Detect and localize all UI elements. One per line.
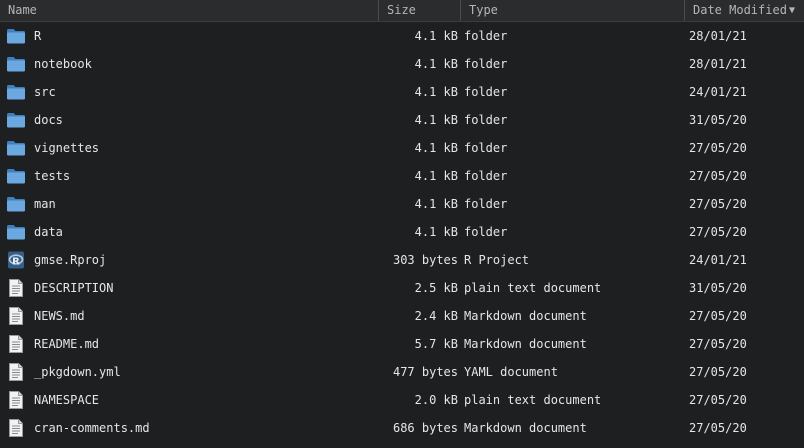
file-size: 686 bytes — [392, 421, 458, 435]
file-type: Markdown document — [464, 309, 587, 323]
folder-icon — [6, 222, 26, 242]
file-name: cran-comments.md — [34, 421, 150, 435]
svg-text:R: R — [12, 257, 20, 268]
folder-icon — [6, 54, 26, 74]
file-date-modified: 27/05/20 — [689, 365, 747, 379]
column-header-date-label: Date Modified — [693, 3, 787, 17]
folder-icon — [6, 138, 26, 158]
file-row[interactable]: man 4.1 kB folder 27/05/20 — [0, 190, 804, 218]
column-header-type[interactable]: Type — [461, 0, 685, 21]
file-type: folder — [464, 57, 508, 71]
text-file-icon — [6, 390, 26, 410]
text-file-icon — [6, 418, 26, 438]
file-row[interactable]: README.md 5.7 kB Markdown document 27/05/20 — [0, 330, 804, 358]
file-size: 4.1 kB — [414, 141, 458, 155]
file-size: 303 bytes — [392, 253, 458, 267]
file-name: README.md — [34, 337, 100, 351]
file-size: 2.5 kB — [414, 281, 458, 295]
file-date-modified: 27/05/20 — [689, 169, 747, 183]
file-type: folder — [464, 141, 508, 155]
file-row[interactable]: tests 4.1 kB folder 27/05/20 — [0, 162, 804, 190]
column-header-bar: Name Size Type Date Modified ▼ — [0, 0, 804, 22]
file-date-modified: 27/05/20 — [689, 421, 747, 435]
file-size: 477 bytes — [392, 365, 458, 379]
folder-icon — [6, 110, 26, 130]
file-date-modified: 24/01/21 — [689, 253, 747, 267]
file-row[interactable]: vignettes 4.1 kB folder 27/05/20 — [0, 134, 804, 162]
file-name: gmse.Rproj — [34, 253, 107, 267]
text-file-icon — [6, 362, 26, 382]
file-date-modified: 27/05/20 — [689, 141, 747, 155]
file-date-modified: 27/05/20 — [689, 309, 747, 323]
column-header-size[interactable]: Size — [379, 0, 461, 21]
file-size: 4.1 kB — [414, 197, 458, 211]
column-header-date-modified[interactable]: Date Modified ▼ — [685, 0, 804, 21]
file-row[interactable]: _pkgdown.yml 477 bytes YAML document 27/05/… — [0, 358, 804, 386]
file-date-modified: 27/05/20 — [689, 197, 747, 211]
file-name: vignettes — [34, 141, 100, 155]
file-date-modified: 27/05/20 — [689, 225, 747, 239]
file-row[interactable]: docs 4.1 kB folder 31/05/20 — [0, 106, 804, 134]
file-name: notebook — [34, 57, 92, 71]
file-name: docs — [34, 113, 63, 127]
file-size: 4.1 kB — [414, 29, 458, 43]
file-size: 4.1 kB — [414, 225, 458, 239]
file-name: R — [34, 29, 42, 43]
file-type: plain text document — [464, 281, 602, 295]
column-header-name[interactable]: Name — [0, 0, 379, 21]
file-type: Markdown document — [464, 421, 587, 435]
text-file-icon — [6, 334, 26, 354]
folder-icon — [6, 166, 26, 186]
file-type: folder — [464, 197, 508, 211]
file-type: YAML document — [464, 365, 558, 379]
file-row[interactable]: DESCRIPTION 2.5 kB plain text document 31/0… — [0, 274, 804, 302]
file-size: 5.7 kB — [414, 337, 458, 351]
file-row[interactable]: data 4.1 kB folder 27/05/20 — [0, 218, 804, 246]
file-type: folder — [464, 113, 508, 127]
file-type: folder — [464, 225, 508, 239]
folder-icon — [6, 26, 26, 46]
file-date-modified: 27/05/20 — [689, 393, 747, 407]
file-size: 4.1 kB — [414, 85, 458, 99]
sort-descending-icon: ▼ — [788, 5, 795, 16]
file-date-modified: 31/05/20 — [689, 281, 747, 295]
file-size: 4.1 kB — [414, 57, 458, 71]
file-name: src — [34, 85, 56, 99]
file-row[interactable]: R 4.1 kB folder 28/01/21 — [0, 22, 804, 50]
file-row[interactable]: src 4.1 kB folder 24/01/21 — [0, 78, 804, 106]
file-date-modified: 27/05/20 — [689, 337, 747, 351]
file-name: data — [34, 225, 63, 239]
file-size: 2.4 kB — [414, 309, 458, 323]
file-list: R 4.1 kB folder 28/01/21 notebook 4.1 kB folde… — [0, 22, 804, 442]
file-name: man — [34, 197, 56, 211]
text-file-icon — [6, 306, 26, 326]
file-date-modified: 28/01/21 — [689, 57, 747, 71]
file-date-modified: 28/01/21 — [689, 29, 747, 43]
file-type: folder — [464, 29, 508, 43]
file-row[interactable]: NAMESPACE 2.0 kB plain text document 27/05/… — [0, 386, 804, 414]
r-project-icon: R — [6, 250, 26, 270]
file-size: 4.1 kB — [414, 169, 458, 183]
file-name: NAMESPACE — [34, 393, 100, 407]
file-row[interactable]: NEWS.md 2.4 kB Markdown document 27/05/20 — [0, 302, 804, 330]
file-date-modified: 24/01/21 — [689, 85, 747, 99]
file-row[interactable]: cran-comments.md 686 bytes Markdown docume… — [0, 414, 804, 442]
file-type: plain text document — [464, 393, 602, 407]
folder-icon — [6, 82, 26, 102]
file-name: DESCRIPTION — [34, 281, 114, 295]
file-type: folder — [464, 169, 508, 183]
folder-icon — [6, 194, 26, 214]
file-size: 4.1 kB — [414, 113, 458, 127]
file-type: folder — [464, 85, 508, 99]
file-date-modified: 31/05/20 — [689, 113, 747, 127]
file-name: tests — [34, 169, 71, 183]
file-name: _pkgdown.yml — [34, 365, 121, 379]
file-name: NEWS.md — [34, 309, 85, 323]
file-row[interactable]: notebook 4.1 kB folder 28/01/21 — [0, 50, 804, 78]
text-file-icon — [6, 278, 26, 298]
file-size: 2.0 kB — [414, 393, 458, 407]
file-type: Markdown document — [464, 337, 587, 351]
file-type: R Project — [464, 253, 530, 267]
file-row[interactable]: Rgmse.Rproj 303 bytes R Project 24/01/21 — [0, 246, 804, 274]
